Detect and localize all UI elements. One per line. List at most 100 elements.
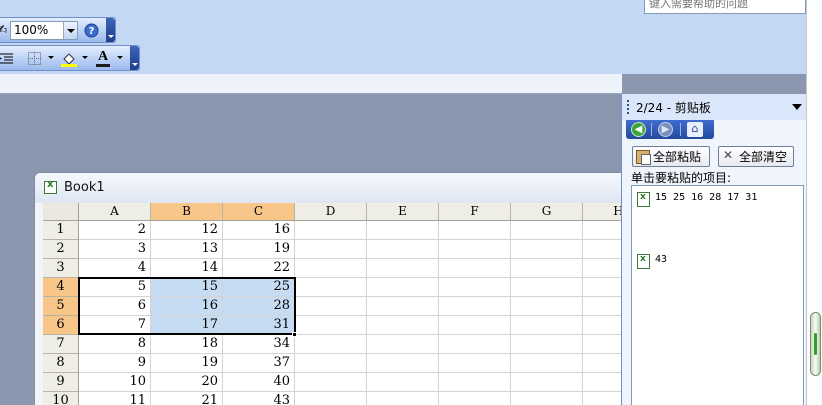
clear-all-button[interactable]: 全部清空 (718, 146, 794, 167)
cell-f4[interactable] (439, 278, 511, 297)
cell-d5[interactable] (295, 297, 367, 316)
cell-a6[interactable]: 7 (79, 316, 151, 335)
zoom-select[interactable]: 100% (10, 21, 78, 40)
select-all-corner[interactable] (43, 203, 79, 221)
cell-e4[interactable] (367, 278, 439, 297)
cell-f3[interactable] (439, 259, 511, 278)
cell-f1[interactable] (439, 221, 511, 240)
workbook-titlebar[interactable]: Book1 (35, 173, 633, 203)
cell-d3[interactable] (295, 259, 367, 278)
column-header-g[interactable]: G (511, 203, 583, 221)
cell-b10[interactable]: 21 (151, 392, 223, 405)
row-header[interactable]: 6 (43, 316, 79, 335)
cell-b5[interactable]: 16 (151, 297, 223, 316)
row-header[interactable]: 4 (43, 278, 79, 297)
column-header-e[interactable]: E (367, 203, 439, 221)
cell-a2[interactable]: 3 (79, 240, 151, 259)
column-header-a[interactable]: A (79, 203, 151, 221)
decrease-indent-icon[interactable] (0, 49, 14, 68)
cell-b9[interactable]: 20 (151, 373, 223, 392)
row-header[interactable]: 3 (43, 259, 79, 278)
cell-c5[interactable]: 28 (223, 297, 295, 316)
cell-a3[interactable]: 4 (79, 259, 151, 278)
cell-f5[interactable] (439, 297, 511, 316)
row-header[interactable]: 2 (43, 240, 79, 259)
cell-g8[interactable] (511, 354, 583, 373)
cell-b6[interactable]: 17 (151, 316, 223, 335)
column-header-f[interactable]: F (439, 203, 511, 221)
cell-f2[interactable] (439, 240, 511, 259)
row-header[interactable]: 5 (43, 297, 79, 316)
column-header-b[interactable]: B (151, 203, 223, 221)
row-header[interactable]: 7 (43, 335, 79, 354)
cell-e8[interactable] (367, 354, 439, 373)
cell-g4[interactable] (511, 278, 583, 297)
cell-e9[interactable] (367, 373, 439, 392)
vertical-scrollbar[interactable] (806, 0, 822, 405)
research-icon[interactable]: ✍ (0, 21, 8, 40)
cell-e10[interactable] (367, 392, 439, 405)
cell-b2[interactable]: 13 (151, 240, 223, 259)
cell-e1[interactable] (367, 221, 439, 240)
font-color-icon[interactable]: A (94, 49, 112, 68)
cell-a1[interactable]: 2 (79, 221, 151, 240)
row-header[interactable]: 8 (43, 354, 79, 373)
row-header[interactable]: 9 (43, 373, 79, 392)
help-icon[interactable]: ? (83, 21, 99, 40)
cell-g3[interactable] (511, 259, 583, 278)
clipboard-item[interactable]: 15 25 16 28 17 31 (637, 192, 757, 207)
cell-d2[interactable] (295, 240, 367, 259)
cell-g1[interactable] (511, 221, 583, 240)
cell-f8[interactable] (439, 354, 511, 373)
cell-g6[interactable] (511, 316, 583, 335)
fill-color-icon[interactable] (60, 49, 78, 68)
fill-color-dropdown-icon[interactable] (82, 56, 88, 59)
cell-a9[interactable]: 10 (79, 373, 151, 392)
cell-b3[interactable]: 14 (151, 259, 223, 278)
chevron-down-icon[interactable] (63, 22, 77, 39)
cell-c7[interactable]: 34 (223, 335, 295, 354)
cell-a8[interactable]: 9 (79, 354, 151, 373)
toolbar-options-icon[interactable] (130, 46, 139, 70)
fill-handle[interactable] (292, 332, 297, 337)
cell-f9[interactable] (439, 373, 511, 392)
cell-c2[interactable]: 19 (223, 240, 295, 259)
cell-e7[interactable] (367, 335, 439, 354)
font-color-dropdown-icon[interactable] (117, 56, 123, 59)
toolbar-options-icon[interactable] (106, 18, 115, 42)
cell-d8[interactable] (295, 354, 367, 373)
cell-a10[interactable]: 11 (79, 392, 151, 405)
cell-g5[interactable] (511, 297, 583, 316)
cell-e2[interactable] (367, 240, 439, 259)
borders-icon[interactable] (26, 49, 42, 68)
home-icon[interactable]: ⌂ (687, 122, 703, 137)
workbook-window[interactable]: Book1 ABCDEFGH12121623131934142245152556… (34, 172, 634, 405)
cell-c4[interactable]: 25 (223, 278, 295, 297)
back-arrow-icon[interactable]: ◀ (631, 122, 646, 137)
cell-d1[interactable] (295, 221, 367, 240)
cell-d10[interactable] (295, 392, 367, 405)
cell-c3[interactable]: 22 (223, 259, 295, 278)
cell-d4[interactable] (295, 278, 367, 297)
cell-d7[interactable] (295, 335, 367, 354)
cell-g9[interactable] (511, 373, 583, 392)
cell-f6[interactable] (439, 316, 511, 335)
forward-arrow-icon[interactable]: ▶ (658, 122, 673, 137)
cell-f7[interactable] (439, 335, 511, 354)
cell-b7[interactable]: 18 (151, 335, 223, 354)
paste-all-button[interactable]: 全部粘贴 (632, 146, 710, 167)
cell-c9[interactable]: 40 (223, 373, 295, 392)
clipboard-item[interactable]: 43 (637, 254, 667, 269)
cell-e5[interactable] (367, 297, 439, 316)
cell-g2[interactable] (511, 240, 583, 259)
borders-dropdown-icon[interactable] (48, 56, 54, 59)
cell-c1[interactable]: 16 (223, 221, 295, 240)
cell-a7[interactable]: 8 (79, 335, 151, 354)
cell-g10[interactable] (511, 392, 583, 405)
scroll-thumb[interactable] (810, 312, 821, 376)
cell-d6[interactable] (295, 316, 367, 335)
column-header-d[interactable]: D (295, 203, 367, 221)
cell-b8[interactable]: 19 (151, 354, 223, 373)
pane-menu-chevron-icon[interactable] (792, 104, 802, 110)
row-header[interactable]: 1 (43, 221, 79, 240)
